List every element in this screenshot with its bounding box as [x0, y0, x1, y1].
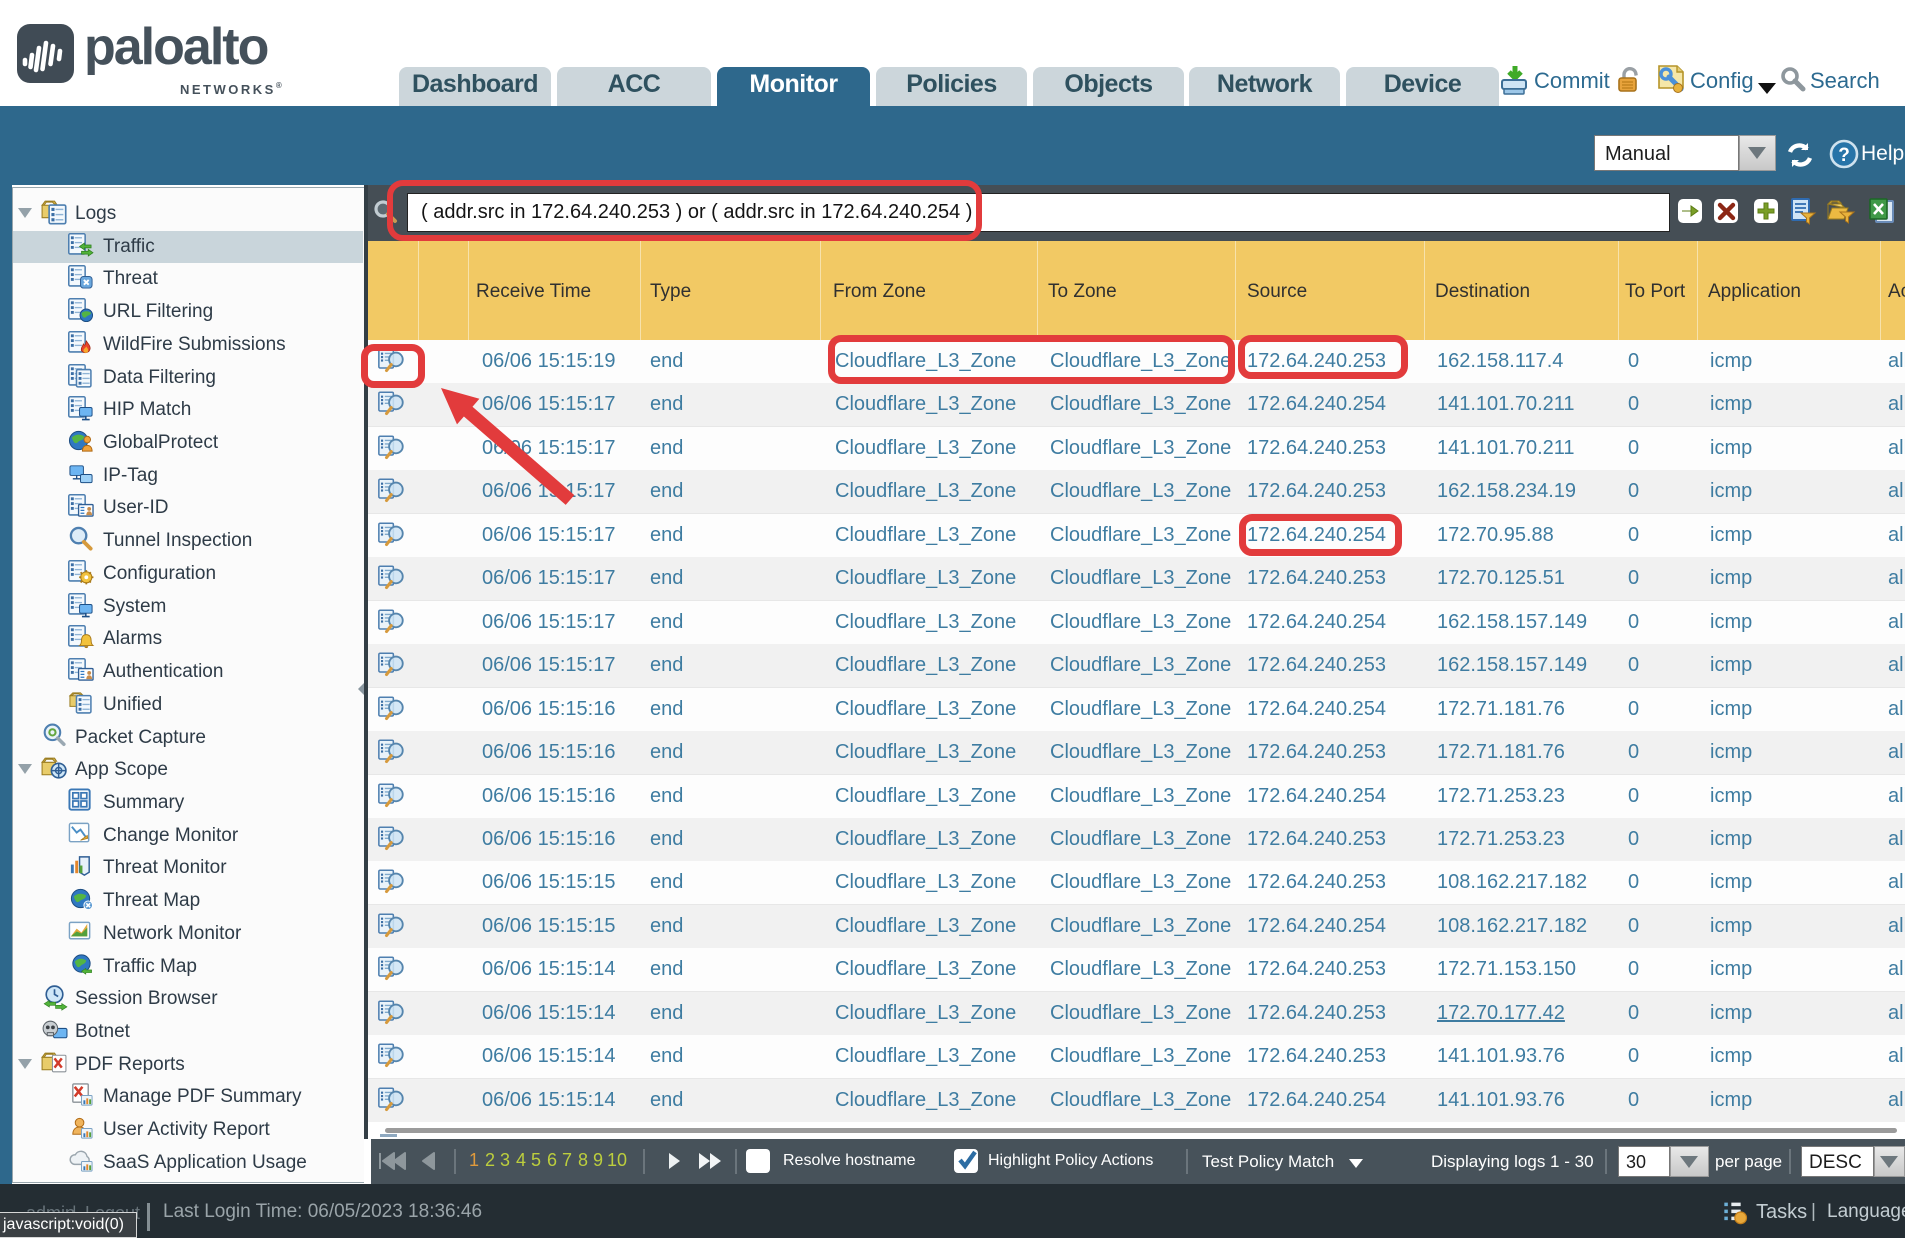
svg-text:?: ?	[1838, 145, 1850, 166]
